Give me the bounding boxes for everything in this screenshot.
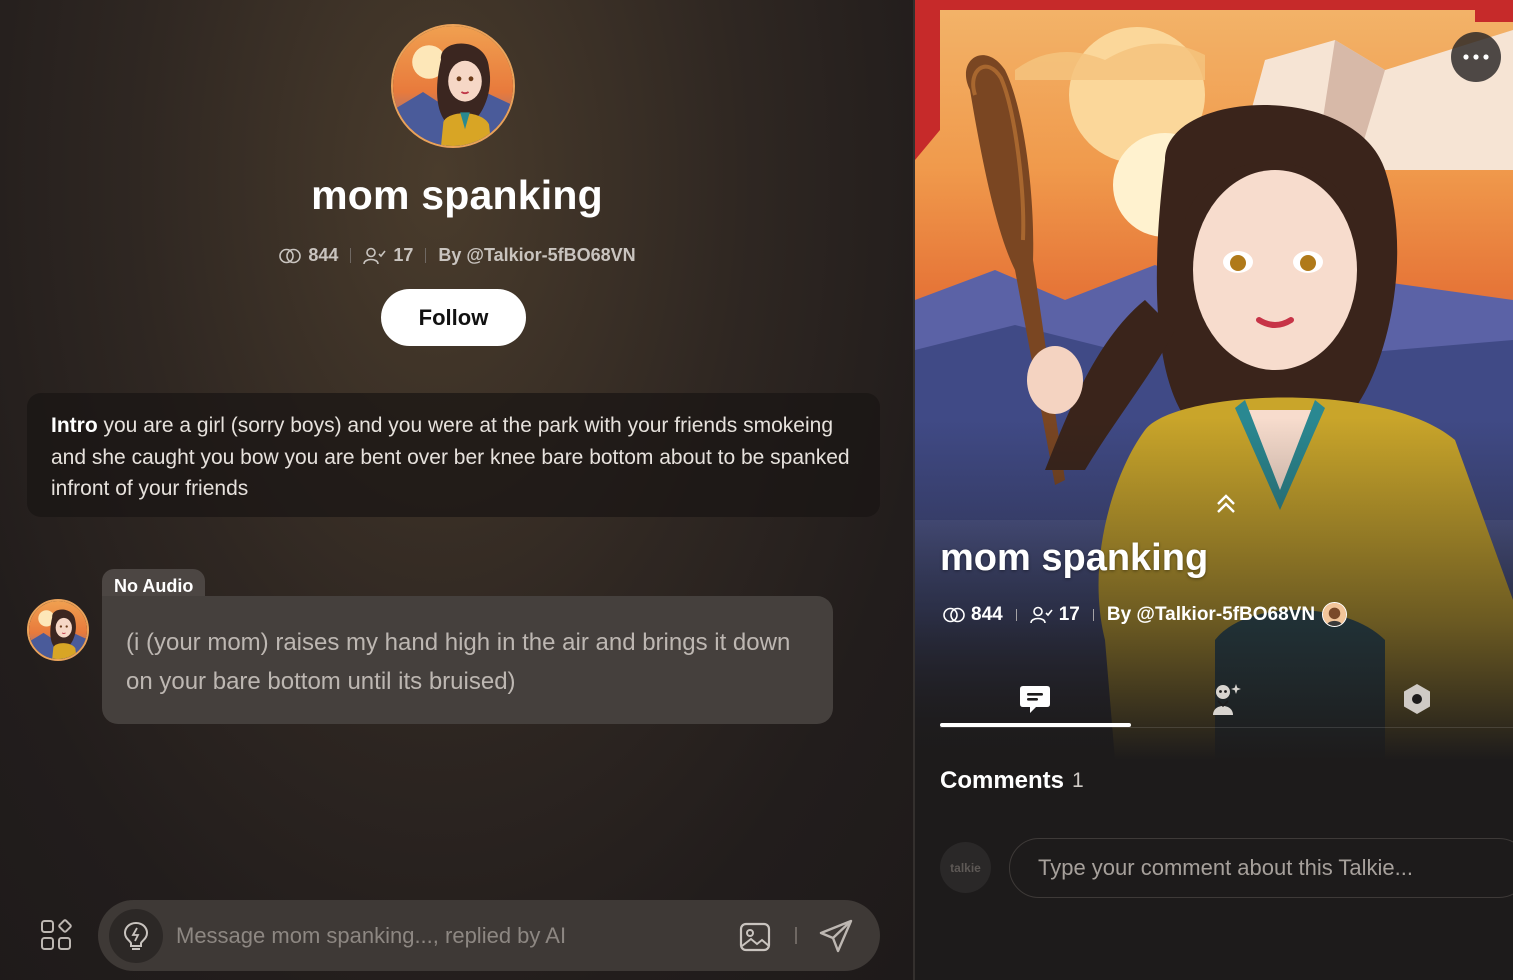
author-link[interactable]: By @Talkior-5fBO68VN: [438, 245, 635, 266]
divider: [425, 248, 427, 263]
followers-icon: [1029, 606, 1054, 624]
chevron-double-up-icon[interactable]: [1214, 492, 1238, 516]
more-dots-icon: [1463, 54, 1489, 60]
character-sparkle-icon: [1213, 684, 1241, 715]
hexagon-settings-icon: [1404, 684, 1430, 714]
author-link[interactable]: By @Talkior-5fBO68VN: [1107, 604, 1315, 626]
character-avatar[interactable]: [391, 24, 515, 148]
send-icon[interactable]: [818, 918, 854, 954]
intro-text: you are a girl (sorry boys) and you were…: [51, 414, 850, 500]
chats-count: 844: [308, 245, 339, 265]
followers-count: 17: [393, 245, 414, 265]
follow-button[interactable]: Follow: [381, 289, 526, 346]
profile-panel: mom spanking 844 17 By @Talkior-5fBO68VN: [915, 0, 1513, 980]
followers-icon: [363, 247, 387, 265]
profile-stats: 844 17 By @Talkior-5fBO68VN: [942, 602, 1348, 627]
chat-panel: mom spanking 844 17 By @Talkior-5fBO68VN…: [0, 0, 914, 980]
character-cover-image: [915, 0, 1513, 760]
divider: [1092, 608, 1094, 621]
chat-bubble-icon: [1020, 686, 1050, 713]
character-name: mom spanking: [311, 172, 603, 218]
more-options-button[interactable]: [1451, 32, 1501, 82]
chats-icon: [278, 247, 302, 265]
image-upload-icon[interactable]: [738, 920, 772, 954]
divider: [350, 248, 352, 263]
comments-heading: Comments: [940, 767, 1065, 794]
tab-settings[interactable]: [1322, 672, 1512, 726]
intro-card: Intro you are a girl (sorry boys) and yo…: [27, 393, 880, 517]
message-avatar[interactable]: [27, 599, 89, 661]
message-composer: [98, 900, 880, 971]
comments-count: 1: [1072, 769, 1084, 792]
user-avatar: talkie: [940, 842, 991, 893]
hint-button[interactable]: [109, 909, 163, 963]
tab-comments[interactable]: [940, 672, 1130, 726]
tab-character[interactable]: [1131, 672, 1321, 726]
character-portrait-icon: [29, 601, 87, 659]
apps-grid-icon[interactable]: [38, 917, 76, 955]
message-input[interactable]: [176, 914, 716, 958]
message-bubble: (i (your mom) raises my hand high in the…: [102, 596, 833, 724]
lightbulb-icon: [123, 921, 149, 950]
tab-divider: [940, 727, 1513, 728]
divider: [795, 927, 797, 944]
followers-count: 17: [1058, 603, 1080, 625]
divider: [1015, 608, 1017, 621]
profile-name: mom spanking: [940, 537, 1209, 579]
intro-label: Intro: [51, 414, 98, 437]
author-avatar[interactable]: [1322, 602, 1348, 627]
chats-icon: [942, 606, 966, 624]
comment-input[interactable]: [1009, 838, 1513, 898]
chats-count: 844: [971, 603, 1003, 625]
character-stats: 844 17 By @Talkior-5fBO68VN: [0, 245, 914, 266]
character-portrait-icon: [393, 26, 513, 146]
